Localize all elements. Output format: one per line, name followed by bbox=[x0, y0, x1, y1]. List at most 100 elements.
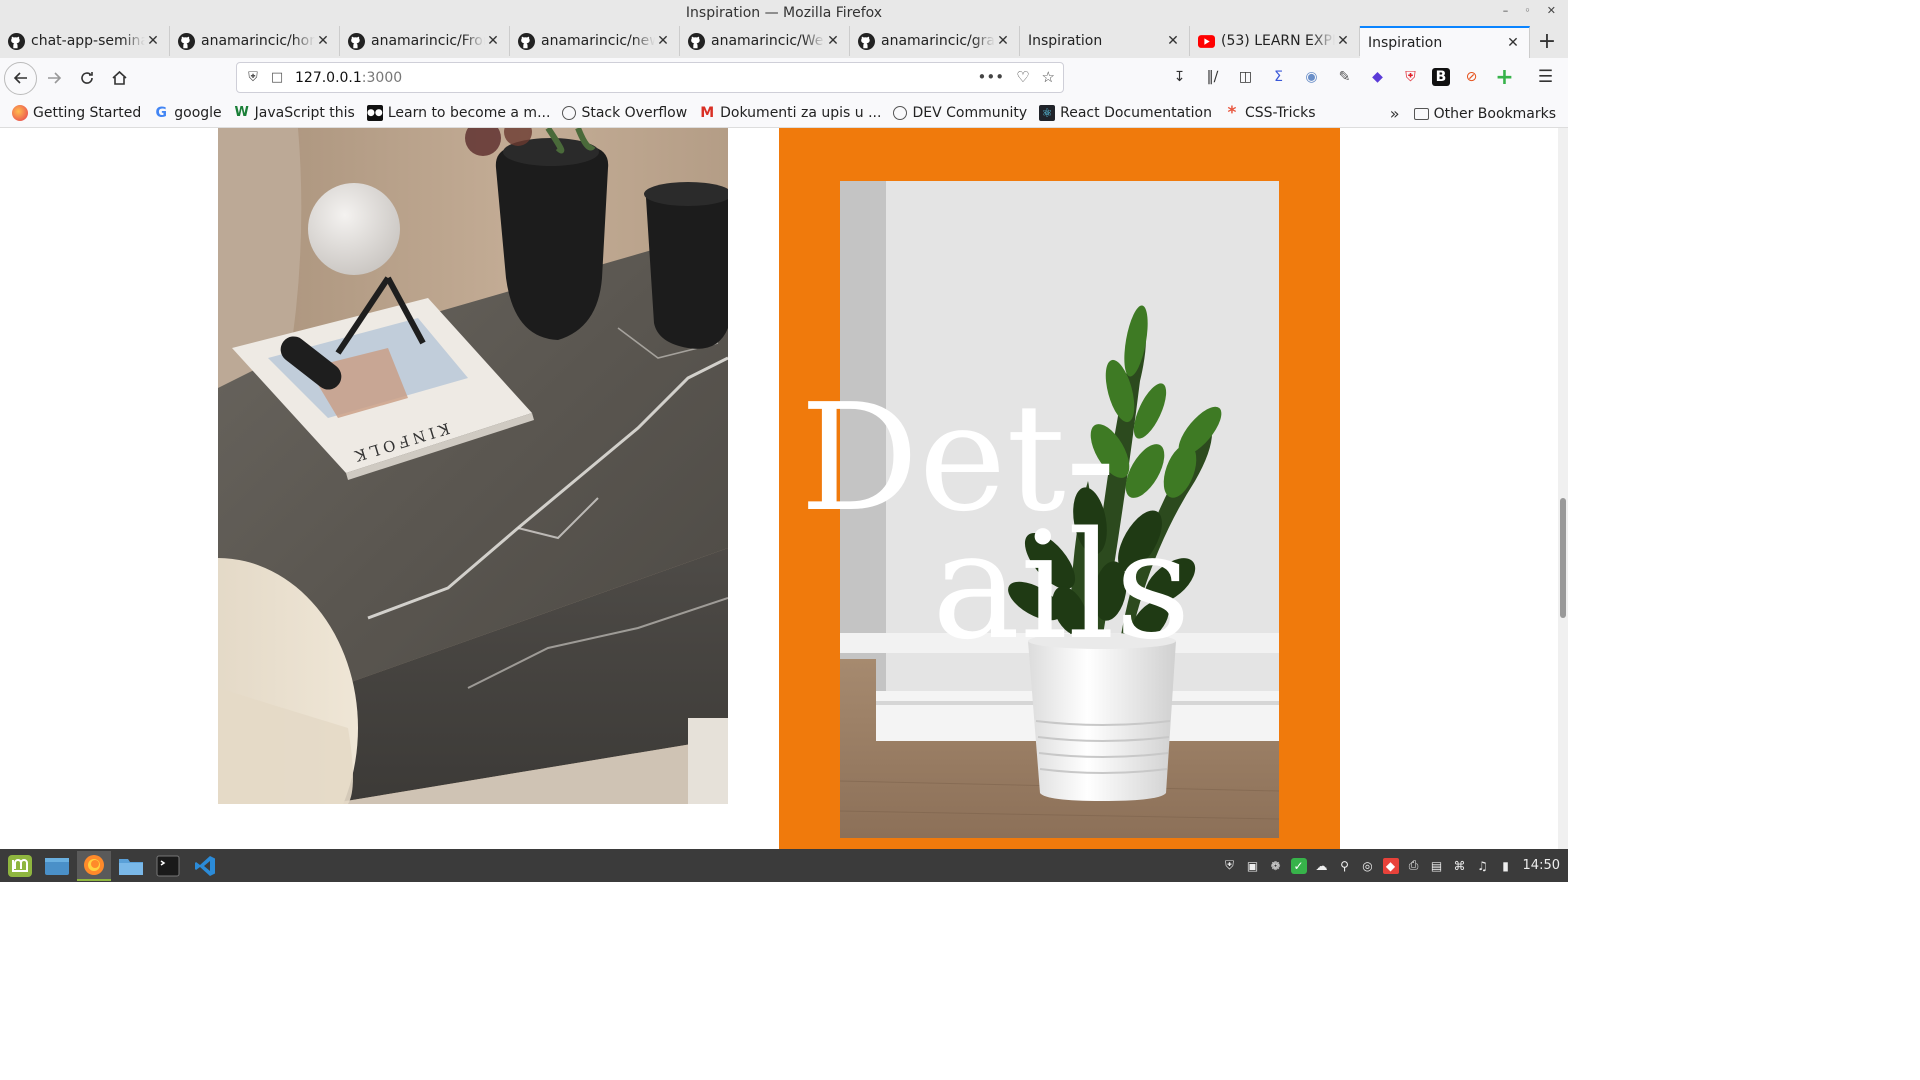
bookmark-learn-to-become[interactable]: ●● Learn to become a m... bbox=[366, 104, 550, 121]
other-bookmarks[interactable]: Other Bookmarks bbox=[1413, 106, 1556, 122]
home-button[interactable] bbox=[103, 62, 136, 95]
tab-anamarincic-weather[interactable]: anamarincic/Weather ✕ bbox=[680, 26, 850, 56]
extension-shield-icon[interactable]: ⛨ bbox=[1399, 65, 1422, 89]
url-text[interactable]: 127.0.0.1:3000 bbox=[295, 70, 402, 86]
url-host: 127.0.0.1 bbox=[295, 69, 362, 86]
tab-chat-app-seminar[interactable]: chat-app-seminar ✕ bbox=[0, 26, 170, 56]
extension-plus-icon[interactable]: + bbox=[1493, 65, 1516, 90]
pocket-icon[interactable]: ♡ bbox=[1016, 68, 1029, 86]
marble-table-illustration: KINFOLK bbox=[218, 128, 728, 804]
page-content: KINFOLK Det- ails bbox=[0, 128, 1568, 849]
menu-icon[interactable]: ☰ bbox=[1534, 65, 1557, 89]
maximize-button[interactable]: ◦ bbox=[1524, 4, 1531, 17]
close-tab-icon[interactable]: ✕ bbox=[1335, 33, 1351, 49]
printer-icon[interactable]: ⎙ bbox=[1406, 858, 1422, 874]
close-tab-icon[interactable]: ✕ bbox=[1505, 35, 1521, 51]
tab-label: anamarincic/Front bbox=[371, 33, 485, 49]
tab-anamarincic-home[interactable]: anamarincic/home ✕ bbox=[170, 26, 340, 56]
download-icon[interactable]: ↧ bbox=[1168, 65, 1191, 89]
page-info-icon[interactable]: □ bbox=[267, 70, 287, 85]
network-cloud-icon[interactable]: ☁ bbox=[1314, 858, 1330, 874]
clipboard-tray-icon[interactable]: ▣ bbox=[1245, 858, 1261, 874]
tab-learn-express[interactable]: (53) LEARN EXPRESS ✕ bbox=[1190, 26, 1360, 56]
bookmark-star-icon[interactable]: ☆ bbox=[1042, 68, 1055, 86]
anydesk-icon[interactable]: ◆ bbox=[1382, 857, 1399, 874]
battery-icon[interactable]: ▮ bbox=[1498, 858, 1514, 874]
update-check-icon[interactable]: ✓ bbox=[1290, 857, 1307, 874]
extension-globe-icon[interactable]: ◉ bbox=[1300, 65, 1323, 89]
nvidia-icon[interactable]: ◎ bbox=[1360, 858, 1376, 874]
notes-icon[interactable]: ▤ bbox=[1429, 858, 1445, 874]
wifi-icon[interactable]: ⌘ bbox=[1452, 858, 1468, 874]
back-button[interactable] bbox=[4, 61, 37, 95]
bookmark-label: DEV Community bbox=[912, 104, 1028, 121]
library-icon[interactable]: ‖∕ bbox=[1201, 65, 1224, 89]
medium-icon: ●● bbox=[366, 104, 383, 121]
terminal-taskbar-button[interactable] bbox=[151, 851, 185, 881]
tab-anamarincic-new[interactable]: anamarincic/new ✕ bbox=[510, 26, 680, 56]
folder-icon bbox=[119, 858, 143, 875]
close-tab-icon[interactable]: ✕ bbox=[1165, 33, 1181, 49]
forward-button[interactable] bbox=[37, 62, 70, 95]
bookmark-css-tricks[interactable]: * CSS-Tricks bbox=[1224, 103, 1316, 123]
reload-button[interactable] bbox=[70, 62, 103, 95]
show-desktop-button[interactable] bbox=[40, 851, 74, 881]
window-title: Inspiration — Mozilla Firefox bbox=[685, 5, 883, 21]
shield-tray-icon[interactable]: ⛨ bbox=[1222, 858, 1238, 874]
bookmark-getting-started[interactable]: Getting Started bbox=[12, 104, 141, 121]
sidebar-icon[interactable]: ◫ bbox=[1234, 65, 1257, 89]
bookmark-dev-community[interactable]: DEV Community bbox=[893, 105, 1027, 121]
minimize-button[interactable]: – bbox=[1503, 4, 1509, 17]
url-bar[interactable]: ⛨ □ 127.0.0.1:3000 ••• ♡ ☆ bbox=[236, 62, 1064, 93]
close-window-button[interactable]: ✕ bbox=[1547, 4, 1556, 17]
tab-label: chat-app-seminar bbox=[31, 33, 145, 49]
navigation-bar: ⛨ □ 127.0.0.1:3000 ••• ♡ ☆ ↧ ‖∕ ◫ Σ ◉ ✎ … bbox=[0, 58, 1568, 98]
location-icon[interactable]: ⚲ bbox=[1337, 858, 1353, 874]
close-tab-icon[interactable]: ✕ bbox=[315, 33, 331, 49]
github-icon bbox=[518, 32, 535, 50]
extension-block-icon[interactable]: ⊘ bbox=[1460, 65, 1483, 89]
tab-anamarincic-front[interactable]: anamarincic/Front ✕ bbox=[340, 26, 510, 56]
window-titlebar: Inspiration — Mozilla Firefox – ◦ ✕ bbox=[0, 0, 1568, 26]
files-taskbar-button[interactable] bbox=[114, 851, 148, 881]
sound-icon[interactable]: ♫ bbox=[1475, 858, 1491, 874]
bookmark-stack-overflow[interactable]: Stack Overflow bbox=[562, 105, 687, 121]
bookmark-react-documentation[interactable]: ⚛ React Documentation bbox=[1039, 104, 1212, 121]
bluetooth-icon[interactable]: ❁ bbox=[1268, 858, 1284, 874]
firefox-icon bbox=[12, 104, 28, 121]
scrollbar-thumb[interactable] bbox=[1560, 498, 1566, 618]
globe-icon bbox=[893, 105, 908, 120]
tab-label: anamarincic/home bbox=[201, 33, 315, 49]
close-tab-icon[interactable]: ✕ bbox=[485, 33, 501, 49]
extension-sigma-icon[interactable]: Σ bbox=[1267, 65, 1290, 89]
github-icon bbox=[858, 32, 875, 50]
github-icon bbox=[178, 32, 195, 50]
tab-inspiration-active[interactable]: Inspiration ✕ bbox=[1360, 26, 1530, 58]
close-tab-icon[interactable]: ✕ bbox=[825, 33, 841, 49]
tab-anamarincic-grab[interactable]: anamarincic/grab ✕ bbox=[850, 26, 1020, 56]
page-actions-icon[interactable]: ••• bbox=[978, 68, 1005, 86]
extension-stack-icon[interactable]: ◆ bbox=[1366, 65, 1389, 89]
bookmark-javascript-this[interactable]: W JavaScript this bbox=[234, 105, 355, 121]
new-tab-button[interactable]: + bbox=[1530, 26, 1564, 56]
firefox-taskbar-button[interactable] bbox=[77, 850, 111, 881]
close-tab-icon[interactable]: ✕ bbox=[655, 33, 671, 49]
mint-menu-button[interactable] bbox=[3, 851, 37, 881]
close-tab-icon[interactable]: ✕ bbox=[995, 33, 1011, 49]
folder-icon bbox=[1413, 107, 1429, 120]
github-icon bbox=[348, 32, 365, 50]
bookmark-google[interactable]: G google bbox=[153, 105, 222, 121]
vertical-scrollbar[interactable] bbox=[1558, 128, 1568, 849]
window-controls: – ◦ ✕ bbox=[1503, 4, 1556, 17]
url-port: :3000 bbox=[361, 69, 403, 86]
shield-icon[interactable]: ⛨ bbox=[243, 70, 263, 85]
clock[interactable]: 14:50 bbox=[1523, 858, 1560, 873]
bookmark-dokumenti[interactable]: M Dokumenti za upis u ... bbox=[699, 105, 881, 121]
vscode-taskbar-button[interactable] bbox=[188, 851, 222, 881]
tab-inspiration[interactable]: Inspiration ✕ bbox=[1020, 26, 1190, 56]
extension-pencil-icon[interactable]: ✎ bbox=[1333, 65, 1356, 89]
globe-icon bbox=[562, 105, 577, 120]
close-tab-icon[interactable]: ✕ bbox=[145, 33, 161, 49]
extension-b-icon[interactable]: B bbox=[1432, 68, 1450, 86]
chevron-double-right-icon[interactable]: » bbox=[1390, 104, 1400, 123]
